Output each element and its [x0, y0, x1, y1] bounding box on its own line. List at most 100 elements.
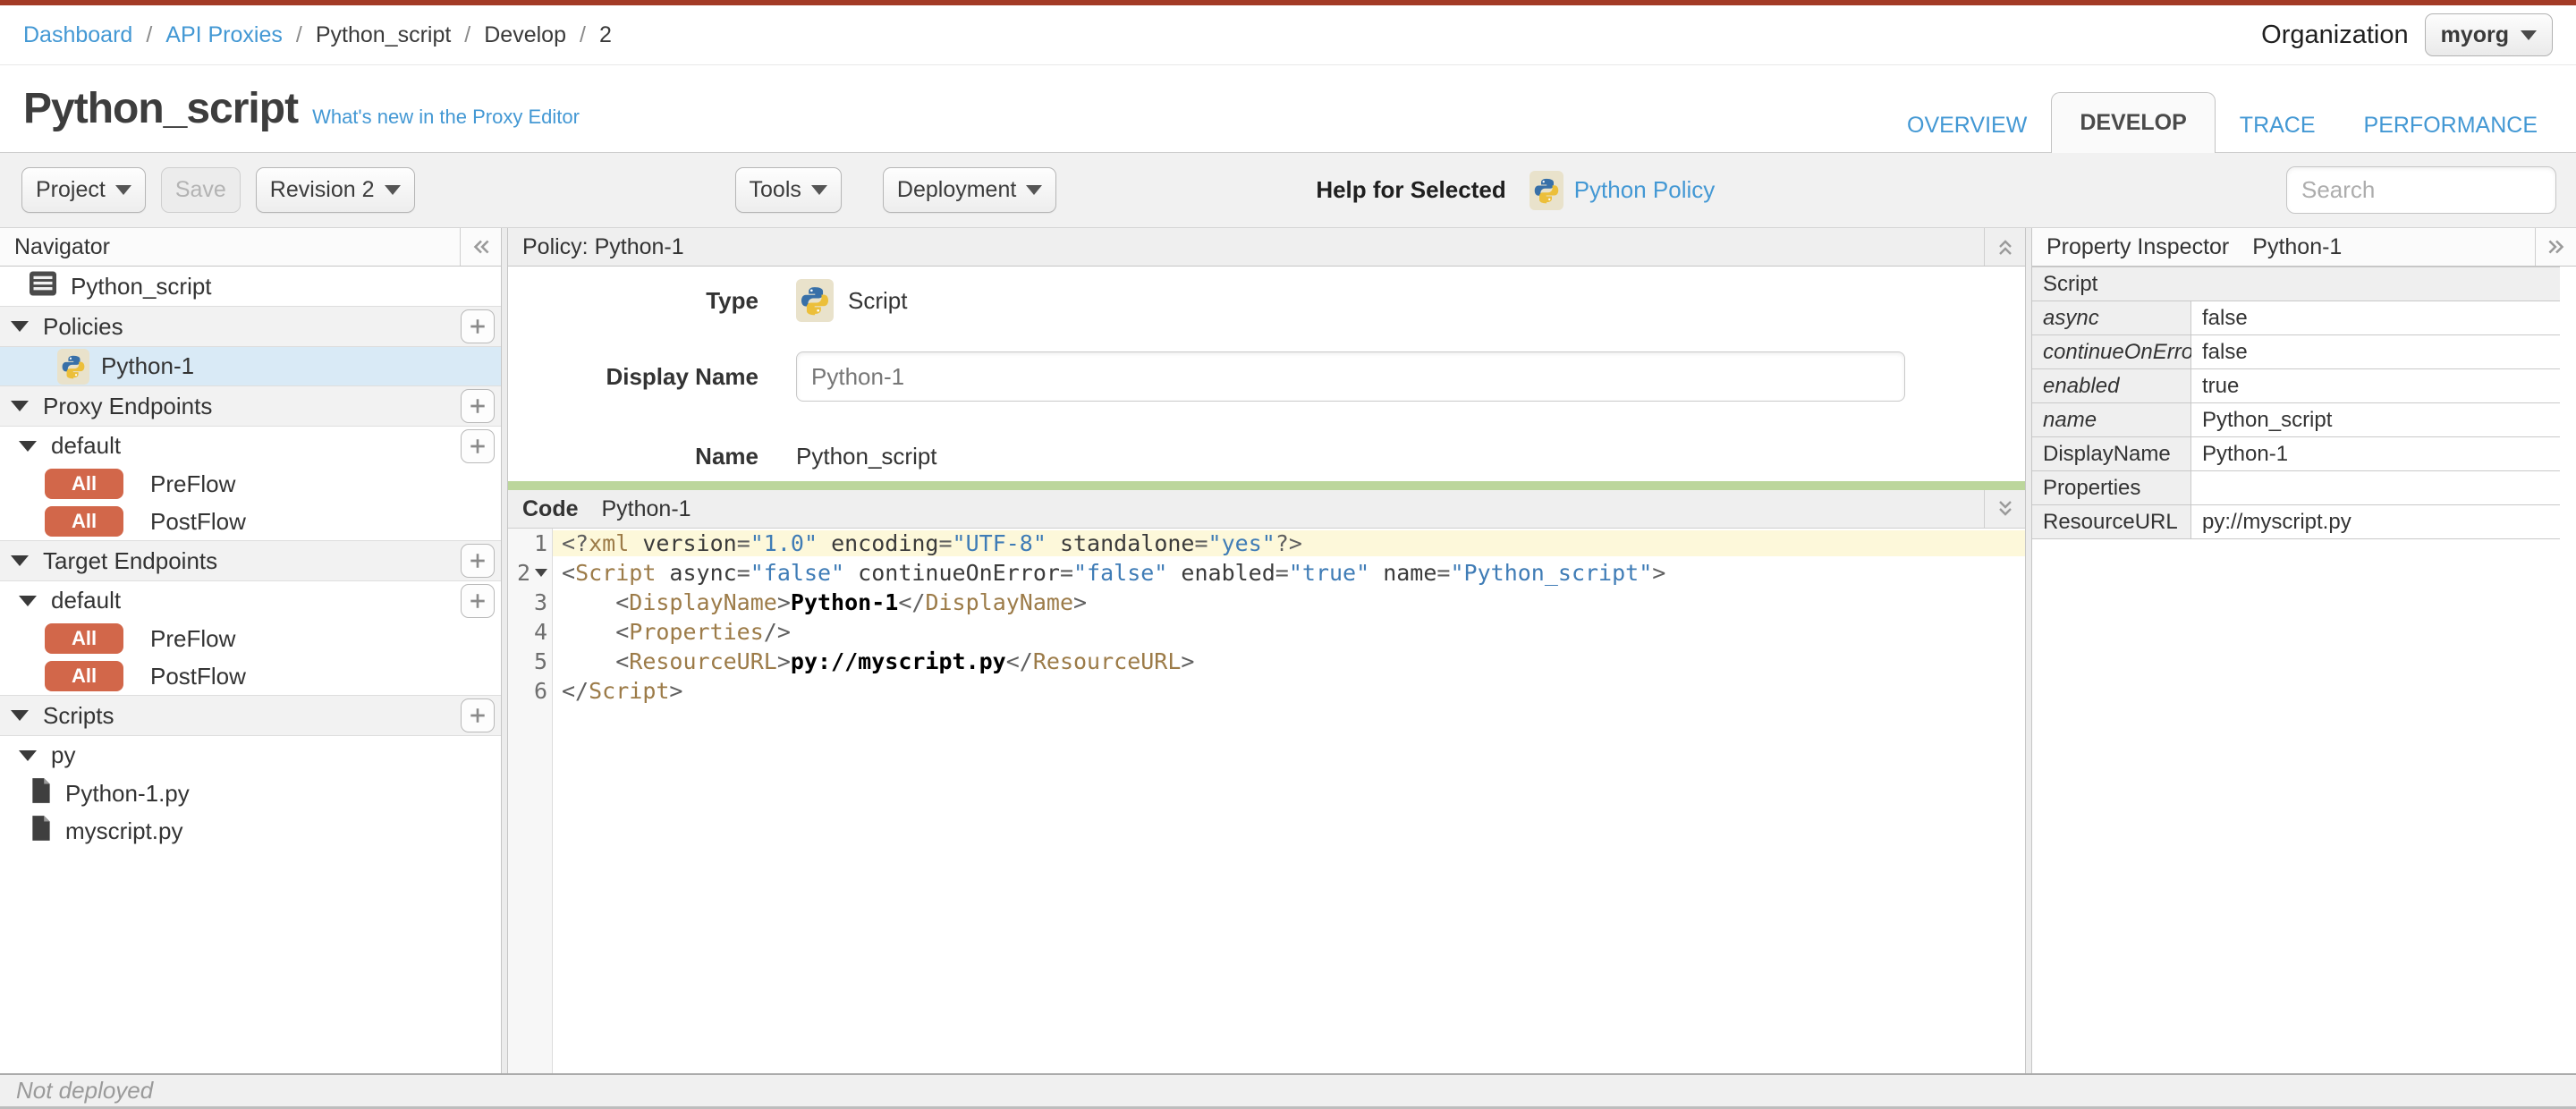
- nav-section-target-endpoints[interactable]: Target Endpoints: [0, 540, 501, 581]
- policy-panel-title: Policy: Python-1: [522, 233, 684, 259]
- line-number-cell: 6: [508, 678, 553, 704]
- property-value[interactable]: Python_script: [2191, 403, 2560, 436]
- panel-resize-handle[interactable]: [508, 481, 2025, 490]
- nav-label: PostFlow: [150, 507, 246, 535]
- tab-performance[interactable]: PERFORMANCE: [2340, 98, 2562, 153]
- property-value[interactable]: py://myscript.py: [2191, 505, 2560, 538]
- line-number-cell: 5: [508, 648, 553, 674]
- collapse-code-panel-button[interactable]: [1984, 490, 2025, 528]
- code-line-text: <?xml version="1.0" encoding="UTF-8" sta…: [553, 530, 2025, 556]
- collapse-policy-panel-button[interactable]: [1984, 228, 2025, 266]
- revision-dropdown[interactable]: Revision 2: [255, 167, 415, 213]
- property-label: ResourceURL: [2032, 505, 2191, 538]
- nav-subsection-default[interactable]: default: [0, 581, 501, 620]
- nav-label: py: [51, 741, 76, 768]
- tools-dropdown[interactable]: Tools: [734, 167, 842, 213]
- policy-form: Type Script Display Name Name Python_sc: [508, 267, 2025, 481]
- display-name-input[interactable]: [796, 351, 1905, 402]
- display-name-label: Display Name: [606, 362, 758, 390]
- inspector-row-async: async false: [2032, 301, 2560, 334]
- nav-label: PostFlow: [150, 662, 246, 690]
- property-inspector-title: Property Inspector: [2046, 233, 2230, 259]
- caret-down-icon: [11, 710, 29, 721]
- add-button[interactable]: [461, 544, 495, 578]
- nav-label: PreFlow: [150, 470, 236, 497]
- nav-item-python-script[interactable]: Python_script: [0, 267, 501, 306]
- nav-item-python-1[interactable]: Python-1: [0, 347, 501, 385]
- property-value[interactable]: Python-1: [2191, 437, 2560, 470]
- nav-label: Python-1.py: [65, 779, 190, 807]
- tab-bar: OVERVIEW DEVELOP TRACE PERFORMANCE: [1883, 92, 2562, 153]
- breadcrumb-dashboard[interactable]: Dashboard: [23, 22, 132, 47]
- breadcrumb-api-proxies[interactable]: API Proxies: [165, 22, 283, 47]
- breadcrumb-separator: /: [146, 21, 153, 47]
- page-title: Python_script: [23, 85, 299, 132]
- breadcrumb-python-script: Python_script: [315, 21, 452, 47]
- plus-icon: [470, 438, 485, 453]
- property-value[interactable]: [2191, 471, 2560, 504]
- add-button[interactable]: [461, 309, 495, 343]
- line-number: 4: [533, 619, 547, 645]
- code-line-1[interactable]: 1 <?xml version="1.0" encoding="UTF-8" st…: [508, 529, 2025, 558]
- code-line-4[interactable]: 4 <Properties/>: [508, 617, 2025, 647]
- navigator-resize-divider[interactable]: [501, 228, 508, 1073]
- apigee-proxy-editor: Dashboard / API Proxies / Python_script / Deve…: [0, 0, 2576, 1109]
- save-button[interactable]: Save: [160, 167, 241, 213]
- collapse-navigator-button[interactable]: [460, 228, 501, 266]
- nav-flow-postflow[interactable]: All PostFlow: [0, 503, 501, 540]
- tab-overview[interactable]: OVERVIEW: [1883, 98, 2051, 153]
- nav-flow-postflow[interactable]: All PostFlow: [0, 657, 501, 695]
- nav-section-proxy-endpoints[interactable]: Proxy Endpoints: [0, 385, 501, 427]
- code-line-3[interactable]: 3 <DisplayName>Python-1</DisplayName>: [508, 588, 2025, 617]
- tab-trace[interactable]: TRACE: [2216, 98, 2340, 153]
- nav-section-policies[interactable]: Policies: [0, 306, 501, 347]
- nav-label: Target Endpoints: [43, 546, 218, 574]
- add-button[interactable]: [461, 389, 495, 423]
- code-line-6[interactable]: 6 </Script>: [508, 676, 2025, 706]
- property-inspector-panel: Property Inspector Python-1 Script async f…: [2032, 228, 2576, 1073]
- all-badge: All: [45, 469, 123, 499]
- organization-dropdown[interactable]: myorg: [2424, 13, 2553, 56]
- property-value[interactable]: false: [2191, 335, 2560, 368]
- code-line-2[interactable]: 2 <Script async="false" continueOnError="…: [508, 558, 2025, 588]
- nav-label: Proxy Endpoints: [43, 392, 213, 419]
- add-button[interactable]: [461, 698, 495, 732]
- code-line-text: <ResourceURL>py://myscript.py</ResourceU…: [562, 648, 1195, 674]
- fold-caret-icon[interactable]: [535, 569, 547, 577]
- project-button[interactable]: Project: [21, 167, 146, 213]
- property-label: name: [2032, 403, 2191, 436]
- nav-section-scripts[interactable]: Scripts: [0, 695, 501, 736]
- nav-subsection-py[interactable]: py: [0, 736, 501, 775]
- nav-subsection-default[interactable]: default: [0, 427, 501, 465]
- whats-new-link[interactable]: What's new in the Proxy Editor: [312, 106, 580, 129]
- code-editor[interactable]: 1 <?xml version="1.0" encoding="UTF-8" st…: [508, 529, 2025, 1073]
- nav-item-myscript-py[interactable]: myscript.py: [0, 812, 501, 850]
- deployment-dropdown[interactable]: Deployment: [882, 167, 1057, 213]
- property-value[interactable]: true: [2191, 369, 2560, 402]
- property-label: DisplayName: [2032, 437, 2191, 470]
- nav-label: Python_script: [71, 272, 212, 300]
- property-value[interactable]: false: [2191, 301, 2560, 334]
- python-policy-link[interactable]: Python Policy: [1574, 176, 1716, 204]
- caret-down-icon: [19, 749, 37, 761]
- caret-down-icon: [19, 440, 37, 452]
- organization-value: myorg: [2440, 21, 2509, 47]
- add-button[interactable]: [461, 583, 495, 618]
- python-icon: [57, 348, 89, 385]
- inspector-resize-divider[interactable]: [2025, 228, 2032, 1073]
- breadcrumb-separator: /: [579, 21, 586, 47]
- caret-down-icon: [2521, 30, 2537, 40]
- code-line-5[interactable]: 5 <ResourceURL>py://myscript.py</Resourc…: [508, 647, 2025, 676]
- expand-inspector-button[interactable]: [2535, 228, 2576, 266]
- search-input[interactable]: [2286, 166, 2556, 214]
- save-button-label: Save: [174, 177, 226, 202]
- tab-develop[interactable]: DEVELOP: [2051, 92, 2216, 153]
- breadcrumb-bar: Dashboard / API Proxies / Python_script / Deve…: [0, 5, 2576, 65]
- deployment-label: Deployment: [896, 177, 1017, 202]
- add-button[interactable]: [461, 428, 495, 463]
- file-icon: [30, 777, 53, 810]
- nav-flow-preflow[interactable]: All PreFlow: [0, 465, 501, 503]
- nav-flow-preflow[interactable]: All PreFlow: [0, 620, 501, 657]
- name-value: Python_script: [796, 442, 937, 470]
- nav-item-python-1-py[interactable]: Python-1.py: [0, 775, 501, 812]
